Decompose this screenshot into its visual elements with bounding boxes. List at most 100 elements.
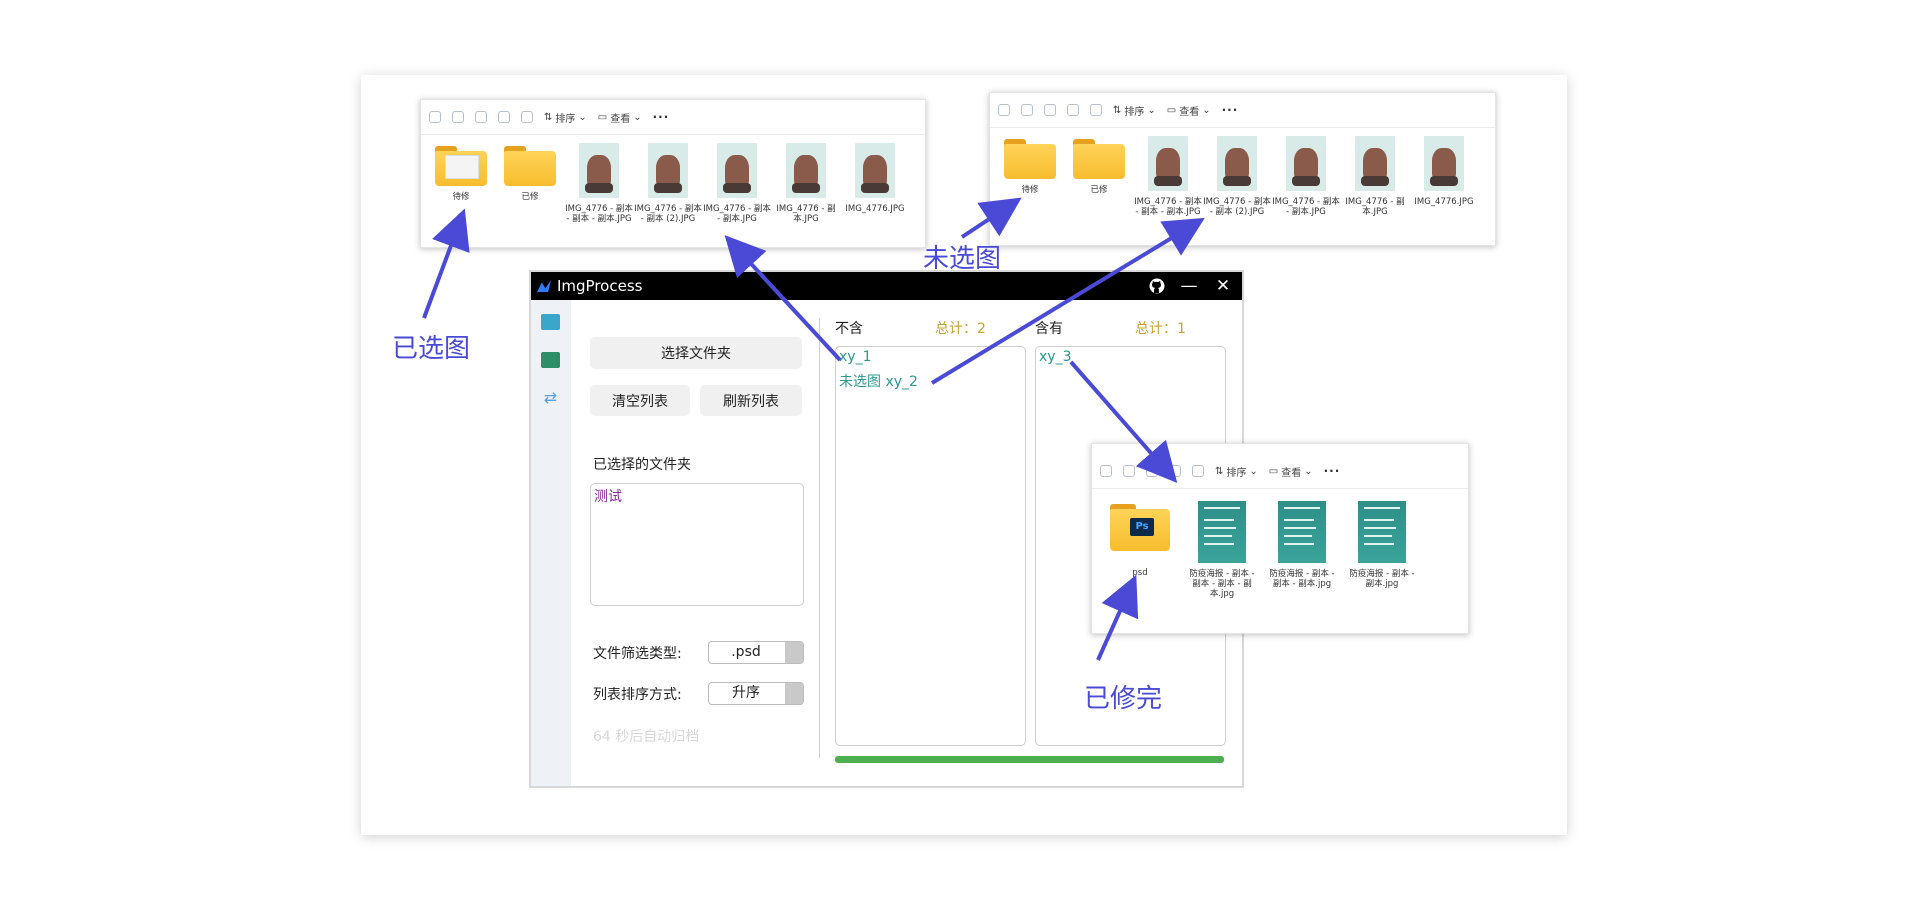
- file-item-image[interactable]: IMG_4776.JPG: [1414, 136, 1474, 217]
- excluded-list[interactable]: xy_1 未选图 xy_2: [835, 346, 1026, 746]
- more-button[interactable]: ···: [653, 110, 670, 124]
- cut-icon[interactable]: [998, 104, 1010, 116]
- file-name: IMG_4776 - 副本 - 副本.JPG: [1272, 197, 1340, 217]
- file-item-image[interactable]: IMG_4776 - 副本 - 副本.JPG: [703, 143, 771, 224]
- filter-type-toggle[interactable]: .psd: [708, 641, 804, 664]
- close-icon[interactable]: ✕: [1208, 272, 1238, 300]
- file-grid: 待修 已修 IMG_4776 - 副本 - 副本 - 副本.JPG IMG_47…: [1002, 136, 1474, 217]
- poster-thumbnail: [1278, 501, 1326, 563]
- photoshop-folder-icon: Ps: [1110, 504, 1170, 552]
- paste-icon[interactable]: [1146, 465, 1158, 477]
- cut-icon[interactable]: [1100, 465, 1112, 477]
- paste-icon[interactable]: [1044, 104, 1056, 116]
- list-item[interactable]: xy_3: [1039, 349, 1071, 365]
- file-grid: Ps psd 防疫海报 - 副本 - 副本 - 副本 - 副本.jpg 防疫海报…: [1110, 501, 1415, 599]
- explorer-window-unselected: ⇅ 排序 ⌄ ▭ 查看 ⌄ ··· 待修 已修 IMG_4776 - 副本 - …: [989, 92, 1496, 246]
- transfer-icon[interactable]: ⇄: [541, 390, 560, 406]
- cut-icon[interactable]: [429, 111, 441, 123]
- file-item-folder-done[interactable]: 已修: [502, 143, 558, 224]
- copy-icon[interactable]: [1123, 465, 1135, 477]
- file-item-image[interactable]: IMG_4776 - 副本 - 副本 - 副本.JPG: [565, 143, 633, 224]
- file-name: 防疫海报 - 副本 - 副本 - 副本 - 副本.jpg: [1189, 569, 1255, 599]
- poster-thumbnail: [1198, 501, 1246, 563]
- folder-icon: [1004, 139, 1056, 179]
- progress-fill: [835, 756, 1224, 763]
- view-label: 查看: [1281, 467, 1302, 479]
- explorer-toolbar: ⇅ 排序 ⌄ ▭ 查看 ⌄ ···: [990, 93, 1495, 128]
- github-icon[interactable]: [1142, 272, 1172, 300]
- image-thumbnail: [1217, 136, 1257, 191]
- folder-nav-icon[interactable]: [541, 352, 560, 368]
- select-folder-button[interactable]: 选择文件夹: [590, 337, 802, 369]
- more-button[interactable]: ···: [1222, 103, 1239, 117]
- explorer-toolbar: ⇅ 排序 ⌄ ▭ 查看 ⌄ ···: [421, 100, 925, 135]
- annotation-unselected: 未选图: [923, 244, 1002, 274]
- filter-type-label: 文件筛选类型:: [593, 646, 682, 662]
- file-name: 待修: [1021, 185, 1039, 195]
- list-item[interactable]: xy_1: [839, 349, 871, 365]
- file-name: 已修: [1090, 185, 1108, 195]
- selected-folder-item[interactable]: 测试: [594, 486, 622, 506]
- file-item-poster[interactable]: 防疫海报 - 副本 - 副本.jpg: [1349, 501, 1415, 599]
- minimize-icon[interactable]: —: [1174, 272, 1204, 300]
- paste-icon[interactable]: [475, 111, 487, 123]
- copy-icon[interactable]: [1021, 104, 1033, 116]
- clear-list-button[interactable]: 清空列表: [590, 385, 690, 416]
- file-name: 待修: [452, 192, 470, 202]
- selected-folders-list[interactable]: 测试: [590, 483, 804, 606]
- file-name: IMG_4776.JPG: [1414, 197, 1474, 207]
- sort-button[interactable]: ⇅ 排序 ⌄: [1113, 103, 1156, 118]
- file-item-image[interactable]: IMG_4776 - 副本 - 副本 (2).JPG: [634, 143, 702, 224]
- share-icon[interactable]: [1169, 465, 1181, 477]
- refresh-list-button[interactable]: 刷新列表: [700, 385, 802, 416]
- window-title: ImgProcess: [557, 277, 643, 295]
- file-item-psd-folder[interactable]: Ps psd: [1110, 501, 1170, 599]
- file-item-image[interactable]: IMG_4776 - 副本 - 副本 (2).JPG: [1203, 136, 1271, 217]
- image-thumbnail: [579, 143, 619, 198]
- sort-order-toggle[interactable]: 升序: [708, 682, 804, 705]
- included-header: 含有: [1035, 321, 1063, 337]
- sort-button[interactable]: ⇅ 排序 ⌄: [544, 110, 587, 125]
- sort-button[interactable]: ⇅ 排序 ⌄: [1215, 464, 1258, 479]
- delete-icon[interactable]: [521, 111, 533, 123]
- file-item-poster[interactable]: 防疫海报 - 副本 - 副本 - 副本.jpg: [1269, 501, 1335, 599]
- document-icon[interactable]: [541, 314, 560, 330]
- file-name: 防疫海报 - 副本 - 副本.jpg: [1349, 569, 1415, 589]
- file-item-image[interactable]: IMG_4776.JPG: [845, 143, 905, 224]
- file-item-folder-pending[interactable]: 待修: [433, 143, 489, 224]
- explorer-window-selected: ⇅ 排序 ⌄ ▭ 查看 ⌄ ··· 待修 已修 IMG_4776 - 副本 - …: [420, 99, 926, 248]
- file-name: IMG_4776 - 副本.JPG: [776, 204, 836, 224]
- file-item-poster[interactable]: 防疫海报 - 副本 - 副本 - 副本 - 副本.jpg: [1189, 501, 1255, 599]
- folder-icon: [504, 146, 556, 186]
- panel-divider: [819, 318, 820, 758]
- view-button[interactable]: ▭ 查看 ⌄: [1167, 103, 1211, 118]
- file-name: IMG_4776 - 副本.JPG: [1345, 197, 1405, 217]
- file-name: IMG_4776 - 副本 - 副本.JPG: [703, 204, 771, 224]
- sort-label: 排序: [1226, 467, 1247, 479]
- file-item-folder-done[interactable]: 已修: [1071, 136, 1127, 217]
- file-item-image[interactable]: IMG_4776 - 副本.JPG: [776, 143, 836, 224]
- delete-icon[interactable]: [1090, 104, 1102, 116]
- ps-badge: Ps: [1130, 518, 1154, 536]
- share-icon[interactable]: [1067, 104, 1079, 116]
- toggle-knob: [785, 683, 803, 704]
- file-name: IMG_4776.JPG: [845, 204, 905, 214]
- annotation-selected: 已选图: [392, 334, 471, 364]
- progress-track: [835, 756, 1224, 763]
- view-button[interactable]: ▭ 查看 ⌄: [598, 110, 642, 125]
- view-label: 查看: [1179, 106, 1200, 118]
- more-button[interactable]: ···: [1324, 464, 1341, 478]
- list-item[interactable]: 未选图 xy_2: [839, 371, 918, 391]
- file-item-image[interactable]: IMG_4776 - 副本 - 副本.JPG: [1272, 136, 1340, 217]
- delete-icon[interactable]: [1192, 465, 1204, 477]
- app-logo-icon: [537, 280, 551, 292]
- image-thumbnail: [855, 143, 895, 198]
- view-button[interactable]: ▭ 查看 ⌄: [1269, 464, 1313, 479]
- image-thumbnail: [1355, 136, 1395, 191]
- file-item-image[interactable]: IMG_4776 - 副本 - 副本 - 副本.JPG: [1134, 136, 1202, 217]
- file-name: psd: [1132, 568, 1148, 578]
- file-item-image[interactable]: IMG_4776 - 副本.JPG: [1345, 136, 1405, 217]
- share-icon[interactable]: [498, 111, 510, 123]
- file-item-folder-pending[interactable]: 待修: [1002, 136, 1058, 217]
- copy-icon[interactable]: [452, 111, 464, 123]
